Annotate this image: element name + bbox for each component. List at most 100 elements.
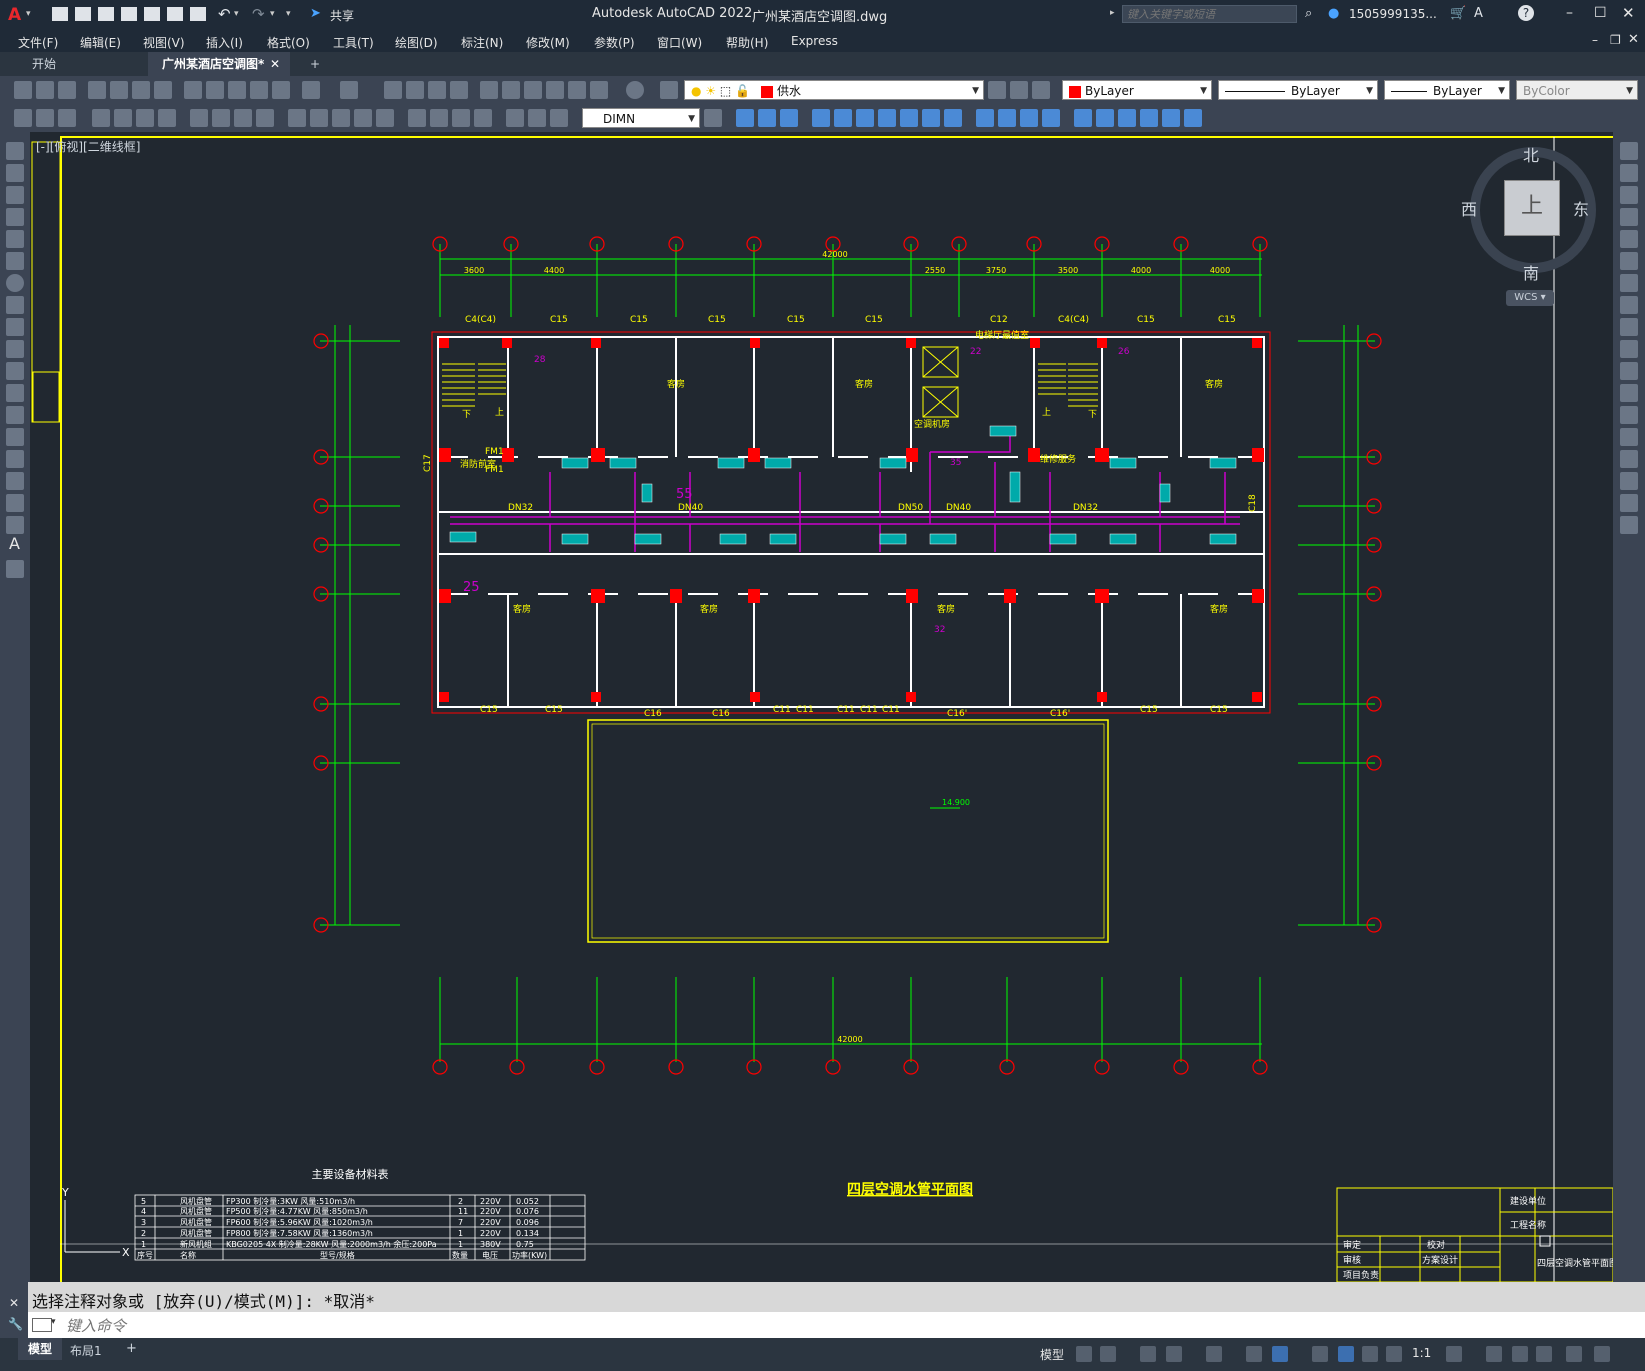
dim-space-icon[interactable] — [354, 109, 372, 127]
viewport-controls-label[interactable]: [-][俯视][二维线框] — [36, 138, 140, 155]
user-name[interactable]: 1505999135... — [1349, 7, 1437, 21]
3d-tool-16-icon[interactable] — [1096, 109, 1114, 127]
tool-a-icon[interactable] — [14, 109, 32, 127]
polyline-icon[interactable] — [6, 186, 24, 204]
open-file-icon[interactable] — [75, 7, 91, 21]
zoom-window-icon[interactable] — [428, 81, 446, 99]
ordinate-dim-icon[interactable] — [158, 109, 176, 127]
menu-window[interactable]: 窗口(W) — [657, 34, 702, 51]
osnap-tracking-icon[interactable] — [1246, 1346, 1262, 1362]
quick-properties-icon[interactable] — [1536, 1346, 1552, 1362]
3d-tool-6-icon[interactable] — [856, 109, 874, 127]
doc-close-icon[interactable]: ✕ — [1628, 32, 1639, 47]
erase-icon[interactable] — [1620, 142, 1638, 160]
3d-tool-12-icon[interactable] — [998, 109, 1016, 127]
viewcube-west[interactable]: 西 — [1461, 196, 1477, 220]
plot-tb-icon[interactable] — [88, 81, 106, 99]
polygon-icon[interactable] — [6, 208, 24, 226]
arc-length-dim-icon[interactable] — [136, 109, 154, 127]
tolerance-icon[interactable] — [408, 109, 426, 127]
layer-dropdown[interactable]: ● ☀ ⬚ 🔓 供水 ▼ — [684, 80, 984, 100]
construction-line-icon[interactable] — [6, 164, 24, 182]
inspection-icon[interactable] — [452, 109, 470, 127]
stretch-icon[interactable] — [1620, 318, 1638, 336]
preview-icon[interactable] — [110, 81, 128, 99]
rotate-icon[interactable] — [1620, 274, 1638, 292]
menu-insert[interactable]: 插入(I) — [206, 34, 243, 51]
spline-icon[interactable] — [6, 318, 24, 336]
scale-icon[interactable] — [1620, 296, 1638, 314]
dim-edit-icon[interactable] — [506, 109, 524, 127]
expand-search-icon[interactable]: ▸ — [1110, 8, 1115, 18]
3d-tool-11-icon[interactable] — [976, 109, 994, 127]
break-at-point-icon[interactable] — [1620, 384, 1638, 402]
chamfer-icon[interactable] — [1620, 450, 1638, 468]
3d-tool-7-icon[interactable] — [878, 109, 896, 127]
viewcube-top-face[interactable]: 上 — [1504, 180, 1560, 236]
zoom-previous-icon[interactable] — [450, 81, 468, 99]
blend-curves-icon[interactable] — [1620, 494, 1638, 512]
share-label[interactable]: 共享 — [330, 7, 354, 24]
baseline-dim-icon[interactable] — [310, 109, 328, 127]
calculator-icon[interactable] — [590, 81, 608, 99]
model-space-toggle[interactable]: 模型 — [1040, 1346, 1064, 1363]
menu-express[interactable]: Express — [791, 34, 838, 48]
redo-icon[interactable]: ↷ — [252, 5, 265, 23]
share-icon[interactable]: ➤ — [310, 6, 321, 21]
redo-tb-icon[interactable] — [340, 81, 358, 99]
minimize-window-icon[interactable]: – — [1566, 5, 1573, 21]
wcs-menu[interactable]: WCS ▾ — [1506, 290, 1554, 306]
make-current-icon[interactable] — [988, 81, 1006, 99]
save-as-icon[interactable] — [121, 7, 137, 21]
extend-icon[interactable] — [1620, 362, 1638, 380]
app-menu-chevron-icon[interactable]: ▾ — [26, 9, 31, 19]
viewcube-east[interactable]: 东 — [1573, 196, 1589, 220]
layer-state-icon[interactable] — [1032, 81, 1050, 99]
menu-view[interactable]: 视图(V) — [143, 34, 185, 51]
polar-icon[interactable] — [1166, 1346, 1182, 1362]
linear-dim-icon[interactable] — [92, 109, 110, 127]
save-tb-icon[interactable] — [58, 81, 76, 99]
properties-icon[interactable] — [480, 81, 498, 99]
drawing-canvas[interactable]: [-][俯视][二维线框] 42000 3600 4400 2550 3750 … — [30, 132, 1613, 1282]
close-window-icon[interactable]: ✕ — [1622, 4, 1635, 22]
tab-start[interactable]: 开始 — [18, 52, 70, 76]
ortho-icon[interactable] — [1140, 1346, 1156, 1362]
markup-icon[interactable] — [568, 81, 586, 99]
snap-icon[interactable] — [1100, 1346, 1116, 1362]
3d-tool-3-icon[interactable] — [780, 109, 798, 127]
add-selected-icon[interactable] — [6, 560, 24, 578]
annotation-scale-icon[interactable] — [1386, 1346, 1402, 1362]
dim-text-edit-icon[interactable] — [528, 109, 546, 127]
plot-icon[interactable] — [190, 7, 206, 21]
save-web-icon[interactable] — [167, 7, 183, 21]
menu-modify[interactable]: 修改(M) — [526, 34, 570, 51]
units-icon[interactable] — [1512, 1346, 1528, 1362]
add-layout-tab[interactable]: + — [126, 1341, 137, 1356]
auto-scale-icon[interactable] — [1362, 1346, 1378, 1362]
jogged-dim-icon[interactable] — [212, 109, 230, 127]
move-icon[interactable] — [1620, 252, 1638, 270]
menu-parametric[interactable]: 参数(P) — [594, 34, 635, 51]
search-icon[interactable]: ⌕ — [1305, 6, 1312, 21]
publish-icon[interactable] — [132, 81, 150, 99]
menu-file[interactable]: 文件(F) — [18, 34, 58, 51]
block-editor-icon[interactable] — [272, 81, 290, 99]
plotstyle-dropdown[interactable]: ByColor ▼ — [1516, 80, 1638, 100]
lineweight-icon[interactable] — [1312, 1346, 1328, 1362]
mirror-icon[interactable] — [1620, 186, 1638, 204]
user-icon[interactable]: ● — [1328, 6, 1339, 21]
workspace-gear-icon[interactable] — [1446, 1346, 1462, 1362]
menu-edit[interactable]: 编辑(E) — [80, 34, 121, 51]
fillet-icon[interactable] — [1620, 472, 1638, 490]
grid-icon[interactable] — [1076, 1346, 1092, 1362]
new-file-icon[interactable] — [52, 7, 68, 21]
dim-style-manager-icon[interactable] — [704, 109, 722, 127]
viewcube-north[interactable]: 北 — [1523, 142, 1539, 166]
cart-icon[interactable]: 🛒 — [1450, 6, 1466, 21]
close-tab-icon[interactable]: ✕ — [270, 52, 280, 76]
3d-tool-17-icon[interactable] — [1118, 109, 1136, 127]
viewcube-south[interactable]: 南 — [1523, 260, 1539, 284]
tool-palettes-icon[interactable] — [524, 81, 542, 99]
3d-tool-8-icon[interactable] — [900, 109, 918, 127]
